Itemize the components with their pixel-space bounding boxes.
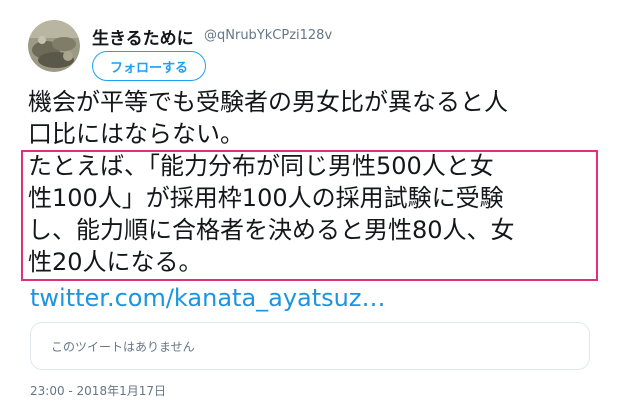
tweet-line: 機会が平等でも受験者の男女比が異なると人 (28, 88, 508, 116)
quoted-tweet-card[interactable]: このツイートはありません (30, 322, 590, 370)
tweet-text: 機会が平等でも受験者の男女比が異なると人 口比にはならない。 たとえば、「能力分… (28, 86, 613, 278)
user-avatar-icon[interactable] (28, 20, 80, 72)
tweet-line: たとえば、「能力分布が同じ男性500人と女 (28, 152, 494, 180)
follow-button[interactable]: フォローする (92, 51, 206, 81)
tweet-line: 口比にはならない。 (28, 120, 244, 148)
tweet-line: し、能力順に合格者を決めると男性80人、女 (28, 216, 515, 244)
tweet-timestamp[interactable]: 23:00 - 2018年1月17日 (30, 382, 166, 399)
tweet-line: 性20人になる。 (28, 248, 203, 276)
tweet-link[interactable]: twitter.com/kanata_ayatsuz… (30, 284, 386, 312)
author-display-name[interactable]: 生きるために (92, 24, 194, 49)
quoted-tweet-unavailable-text: このツイートはありません (51, 339, 195, 354)
author-handle[interactable]: @qNrubYkCPzi128v (204, 28, 332, 43)
tweet-line: 性100人」が採用枠100人の採用試験に受験 (28, 184, 504, 212)
